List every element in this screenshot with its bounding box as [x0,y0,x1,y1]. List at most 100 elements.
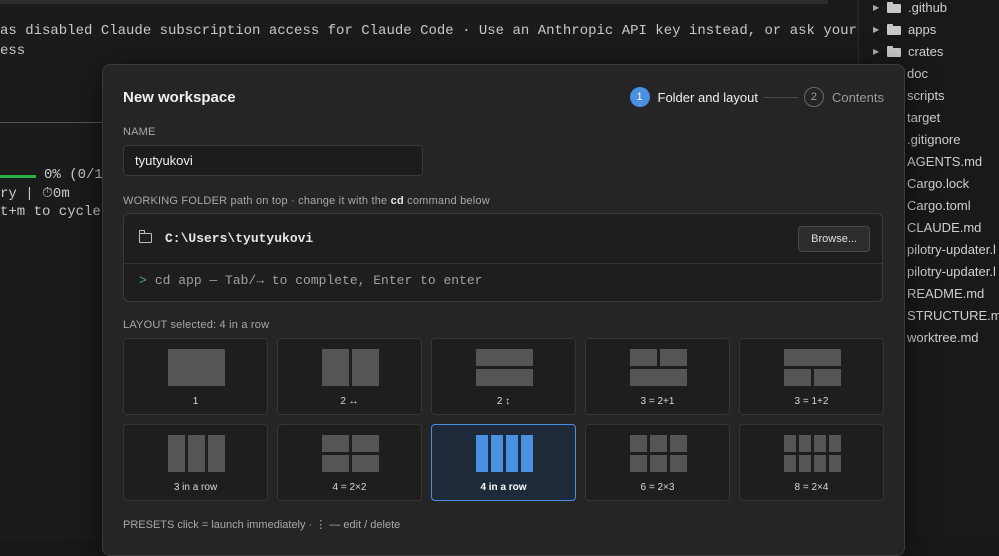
chevron-right-icon[interactable]: ▶ [873,25,885,34]
folder-icon [887,1,901,13]
layout-option[interactable]: 4 in a row [431,424,576,501]
terminal-scrollbar[interactable] [0,0,828,4]
working-folder-box: C:\Users\tyutyukovi Browse... > cd app — … [123,213,883,302]
explorer-item-name: pilotry-updater.l [907,241,996,257]
layout-option-label: 3 in a row [173,482,218,493]
chevron-right-icon[interactable]: ▶ [873,3,885,12]
layout-option-label: 3 = 1+2 [794,396,829,407]
explorer-item-name: crates [908,43,944,59]
explorer-item[interactable]: ▶ .github [859,0,999,17]
layout-pane [784,455,796,472]
browse-button[interactable]: Browse... [798,226,870,252]
layout-pane [476,369,533,386]
presets-label: PRESETS click = launch immediately · ⋮ —… [123,518,400,531]
layout-pane [168,349,225,386]
layout-option[interactable]: 2 ↔ [277,338,422,415]
layout-option[interactable]: 3 = 2+1 [585,338,730,415]
step-2-number[interactable]: 2 [803,87,824,107]
layout-option-label: 4 = 2×2 [332,482,367,493]
folder-icon [887,23,901,35]
layout-pane [476,349,533,366]
explorer-item-name: .github [908,0,948,15]
chevron-right-icon[interactable]: ▶ [873,47,885,56]
layout-option[interactable]: 3 in a row [123,424,268,501]
layout-option[interactable]: 3 = 1+2 [739,338,884,415]
layout-option-label: 6 = 2×3 [640,482,675,493]
layout-pane [208,435,225,472]
explorer-item-name: worktree.md [907,329,979,345]
layout-pane [799,435,811,452]
presets-hint: click = launch immediately · ⋮ — edit / … [177,519,401,531]
layout-preview-icon [630,435,687,472]
layout-option[interactable]: 4 = 2×2 [277,424,422,501]
layout-pane [814,435,826,452]
explorer-item-name: Cargo.toml [907,197,971,213]
layout-pane [521,435,533,472]
layout-label: LAYOUT selected: 4 in a row [123,319,269,331]
layout-preview-icon [784,435,841,472]
workspace-name-input[interactable] [123,145,423,176]
cd-command-input[interactable]: > cd app — Tab/→ to complete, Enter to en… [139,273,482,288]
cd-placeholder: cd app — Tab/→ to complete, Enter to ent… [154,273,483,288]
layout-option-label: 8 = 2×4 [794,482,829,493]
layout-pane [814,455,826,472]
explorer-item[interactable]: ▶ crates [859,41,999,61]
layout-pane [630,455,647,472]
layout-option-label: 3 = 2+1 [640,396,675,407]
layout-pane [829,455,841,472]
layout-preview-icon [630,349,687,386]
layout-pane [491,435,503,472]
layout-pane [650,455,667,472]
layout-pane [650,435,667,452]
layout-pane [630,349,657,366]
layout-pane [352,435,379,452]
folder-icon [138,230,152,243]
step-2-label[interactable]: Contents [832,90,884,105]
layout-option[interactable]: 6 = 2×3 [585,424,730,501]
terminal-divider [0,122,102,123]
step-1-label[interactable]: Folder and layout [658,90,758,105]
layout-pane [506,435,518,472]
explorer-item-name: Cargo.lock [907,175,970,191]
explorer-item[interactable]: ▶ apps [859,19,999,39]
layout-pane [168,435,185,472]
prompt-icon: > [139,273,147,288]
layout-preview-icon [322,349,379,386]
working-folder-label: WORKING FOLDER path on top · change it w… [123,195,490,207]
layout-pane [799,455,811,472]
name-label: NAME [123,126,156,138]
working-folder-hint: path on top · change it with the [230,195,388,207]
layout-preview-icon [476,435,533,472]
layout-option-label: 2 ↔ [340,396,359,407]
layout-option[interactable]: 1 [123,338,268,415]
terminal-line: as disabled Claude subscription access f… [0,23,857,39]
layout-pane [630,435,647,452]
layout-pane [322,435,349,452]
layout-pane [670,455,687,472]
working-folder-hint-cmd: cd [390,195,404,207]
layout-option-label: 2 ↕ [496,396,511,407]
layout-pane [322,349,349,386]
step-1-number[interactable]: 1 [629,87,650,107]
explorer-item-name: AGENTS.md [907,153,983,169]
new-workspace-dialog: New workspace 1 Folder and layout 2 Cont… [102,64,905,556]
presets-title: PRESETS [123,519,175,531]
explorer-item-name: scripts [907,87,945,103]
layout-preview-icon [168,349,225,386]
layout-option[interactable]: 2 ↕ [431,338,576,415]
layout-title: LAYOUT [123,319,168,331]
folder-path-row: C:\Users\tyutyukovi Browse... [124,214,882,264]
layout-grid: 1 2 ↔ 2 ↕ 3 = 2+1 3 = 1+2 3 in a row 4 = 2×2 4 … [123,338,884,502]
stepper: 1 Folder and layout 2 Contents [629,87,884,107]
layout-option-label: 4 in a row [480,482,527,493]
layout-pane [784,435,796,452]
layout-pane [784,349,841,366]
explorer-item-name: .gitignore [907,131,961,147]
terminal-hint: t+m to cycle) [0,204,110,220]
layout-pane [352,455,379,472]
working-folder-hint-end: command below [407,195,490,207]
layout-option[interactable]: 8 = 2×4 [739,424,884,501]
dialog-title: New workspace [123,89,236,106]
layout-pane [814,369,841,386]
explorer-item-name: apps [908,21,937,37]
